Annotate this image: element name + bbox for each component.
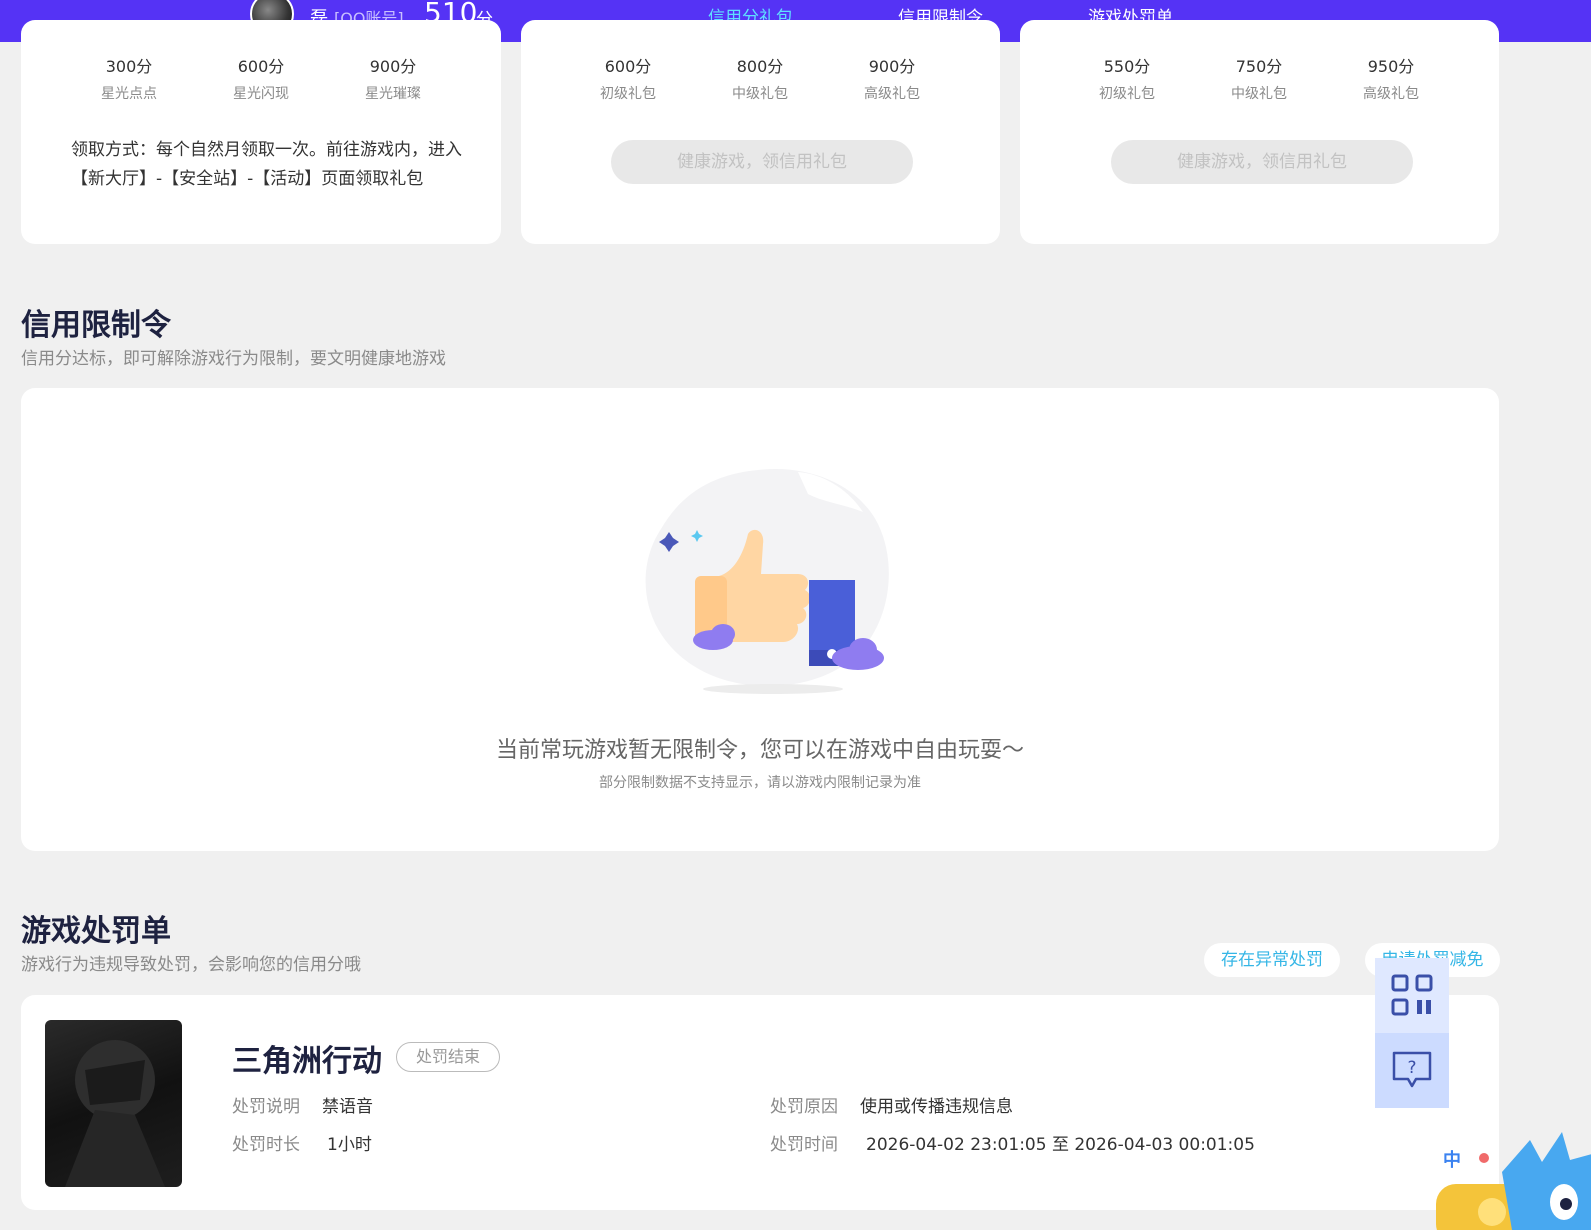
floating-tool-panel: ?: [1375, 958, 1449, 1108]
claim-gift-button[interactable]: 健康游戏，领信用礼包: [611, 140, 913, 184]
penalty-desc-label: 处罚说明: [232, 1097, 300, 1117]
empty-state-message: 当前常玩游戏暂无限制令，您可以在游戏中自由玩耍～: [495, 738, 1024, 763]
mascot-icon[interactable]: 中: [1432, 1132, 1591, 1230]
gift-tier: 950分 高级礼包: [1331, 53, 1451, 103]
tier-points: 800分: [736, 57, 784, 76]
gift-tier: 900分 星光璀璨: [333, 53, 453, 103]
svg-text:?: ?: [1407, 1058, 1416, 1078]
restriction-card: 当前常玩游戏暂无限制令，您可以在游戏中自由玩耍～ 部分限制数据不支持显示，请以游…: [21, 388, 1499, 851]
penalty-time-label: 处罚时间: [770, 1135, 838, 1155]
tier-points: 600分: [604, 57, 652, 76]
tier-name: 高级礼包: [864, 86, 920, 102]
help-chat-icon: ?: [1392, 1051, 1432, 1088]
tier-points: 550分: [1103, 57, 1151, 76]
tier-name: 高级礼包: [1363, 86, 1419, 102]
claim-gift-button[interactable]: 健康游戏，领信用礼包: [1111, 140, 1413, 184]
gift-tier: 800分 中级礼包: [700, 53, 820, 103]
help-button[interactable]: ?: [1375, 1033, 1449, 1108]
restriction-title: 信用限制令: [21, 308, 171, 343]
tier-points: 900分: [868, 57, 916, 76]
gift-card-1: 300分 星光点点 600分 星光闪现 900分 星光璀璨 领取方式：每个自然月…: [21, 20, 501, 244]
penalty-reason-value: 使用或传播违规信息: [860, 1097, 1013, 1117]
tier-name: 中级礼包: [1231, 86, 1287, 102]
tier-name: 星光点点: [101, 86, 157, 102]
abnormal-penalty-button[interactable]: 存在异常处罚: [1204, 943, 1340, 977]
qr-code-button[interactable]: [1375, 958, 1449, 1033]
tier-points: 950分: [1367, 57, 1415, 76]
tier-name: 中级礼包: [732, 86, 788, 102]
mascot-badge: 中: [1443, 1149, 1461, 1171]
game-name: 三角洲行动: [232, 1044, 382, 1079]
penalty-desc-value: 禁语音: [322, 1097, 373, 1117]
gift-tier: 600分 星光闪现: [201, 53, 321, 103]
gift-tier: 750分 中级礼包: [1199, 53, 1319, 103]
penalty-subtitle: 游戏行为违规导致处罚，会影响您的信用分哦: [21, 955, 361, 975]
gift-card-3: 550分 初级礼包 750分 中级礼包 950分 高级礼包 健康游戏，领信用礼包: [1020, 20, 1499, 244]
penalty-time-value: 2026-04-02 23:01:05 至 2026-04-03 00:01:0…: [866, 1135, 1255, 1155]
tier-name: 初级礼包: [1099, 86, 1155, 102]
gift-tier: 300分 星光点点: [69, 53, 189, 103]
penalty-duration-value: 1小时: [327, 1135, 372, 1155]
claim-instructions: 领取方式：每个自然月领取一次。前往游戏内，进入【新大厅】-【安全站】-【活动】页…: [71, 140, 462, 189]
tier-points: 750分: [1235, 57, 1283, 76]
tier-points: 600分: [237, 57, 285, 76]
tier-points: 900分: [369, 57, 417, 76]
status-badge: 处罚结束: [396, 1042, 500, 1072]
qr-code-icon: [1391, 974, 1433, 1016]
gift-card-2: 600分 初级礼包 800分 中级礼包 900分 高级礼包 健康游戏，领信用礼包: [521, 20, 1000, 244]
game-cover-image: [45, 1020, 182, 1187]
tier-name: 星光闪现: [233, 86, 289, 102]
penalty-duration-label: 处罚时长: [232, 1135, 300, 1155]
gift-tier: 900分 高级礼包: [832, 53, 952, 103]
empty-state-note: 部分限制数据不支持显示，请以游戏内限制记录为准: [599, 775, 921, 791]
penalty-title: 游戏处罚单: [21, 914, 171, 949]
gift-tier: 550分 初级礼包: [1067, 53, 1187, 103]
tier-name: 初级礼包: [600, 86, 656, 102]
restriction-subtitle: 信用分达标，即可解除游戏行为限制，要文明健康地游戏: [21, 349, 446, 369]
tier-points: 300分: [105, 57, 153, 76]
gift-tier: 600分 初级礼包: [568, 53, 688, 103]
penalty-reason-label: 处罚原因: [770, 1097, 838, 1117]
tier-name: 星光璀璨: [365, 86, 421, 102]
thumbs-up-illustration: [645, 468, 889, 694]
